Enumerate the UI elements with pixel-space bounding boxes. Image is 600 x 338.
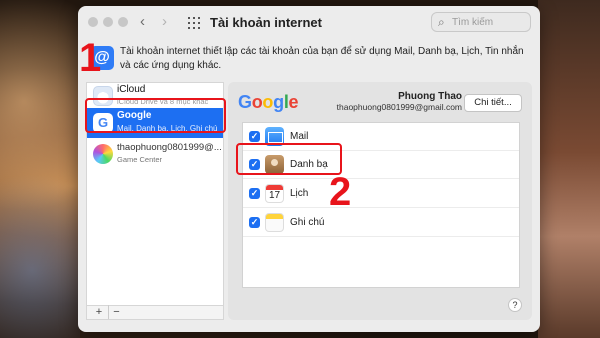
- search-field[interactable]: ⌕: [431, 12, 531, 32]
- annotation-box-contacts: [236, 143, 342, 175]
- service-label: Ghi chú: [290, 217, 325, 228]
- notes-checkbox[interactable]: ✓: [249, 217, 260, 228]
- add-account-button[interactable]: +: [91, 305, 107, 319]
- mail-checkbox[interactable]: ✓: [249, 131, 260, 142]
- desktop-background-left: [0, 0, 80, 338]
- zoom-window-button[interactable]: [118, 17, 128, 27]
- account-name: thaophuong0801999@...: [117, 142, 222, 153]
- account-detail-panel: Google Phuong Thao thaophuong0801999@gma…: [228, 82, 532, 320]
- help-button[interactable]: ?: [508, 298, 522, 312]
- service-label: Lịch: [290, 188, 309, 199]
- calendar-icon: 17: [265, 184, 284, 203]
- minimize-window-button[interactable]: [103, 17, 113, 27]
- service-row-calendar: ✓ 17 Lịch: [243, 180, 519, 208]
- game-center-icon: [93, 144, 113, 164]
- remove-account-button[interactable]: −: [108, 305, 124, 319]
- annotation-step-1: 1: [79, 36, 102, 80]
- user-email: thaophuong0801999@gmail.com: [336, 102, 462, 112]
- list-controls: + −: [86, 305, 224, 320]
- search-input[interactable]: [452, 15, 528, 29]
- search-icon: ⌕: [438, 15, 445, 29]
- service-row-notes: ✓ Ghi chú: [243, 209, 519, 237]
- service-label: Mail: [290, 131, 309, 142]
- pane-description: Tài khoản internet thiết lập các tài kho…: [120, 46, 524, 71]
- account-item-game-center[interactable]: thaophuong0801999@... Game Center: [87, 139, 223, 169]
- titlebar: ‹ › Tài khoản internet ⌕: [78, 6, 540, 38]
- details-button[interactable]: Chi tiết...: [464, 94, 522, 112]
- close-window-button[interactable]: [88, 17, 98, 27]
- account-subtitle: Game Center: [117, 155, 163, 164]
- user-name: Phuong Thao: [398, 91, 462, 102]
- back-button[interactable]: ‹: [140, 13, 145, 30]
- google-logo: Google: [238, 92, 299, 112]
- calendar-checkbox[interactable]: ✓: [249, 188, 260, 199]
- notes-icon: [265, 213, 284, 232]
- account-name: iCloud: [117, 84, 146, 95]
- annotation-step-2: 2: [329, 170, 352, 214]
- window-title: Tài khoản internet: [210, 15, 322, 30]
- desktop-background-right: [538, 0, 600, 338]
- show-all-grid-icon[interactable]: [188, 17, 200, 29]
- annotation-box-google-account: [85, 98, 226, 133]
- forward-button[interactable]: ›: [162, 13, 167, 30]
